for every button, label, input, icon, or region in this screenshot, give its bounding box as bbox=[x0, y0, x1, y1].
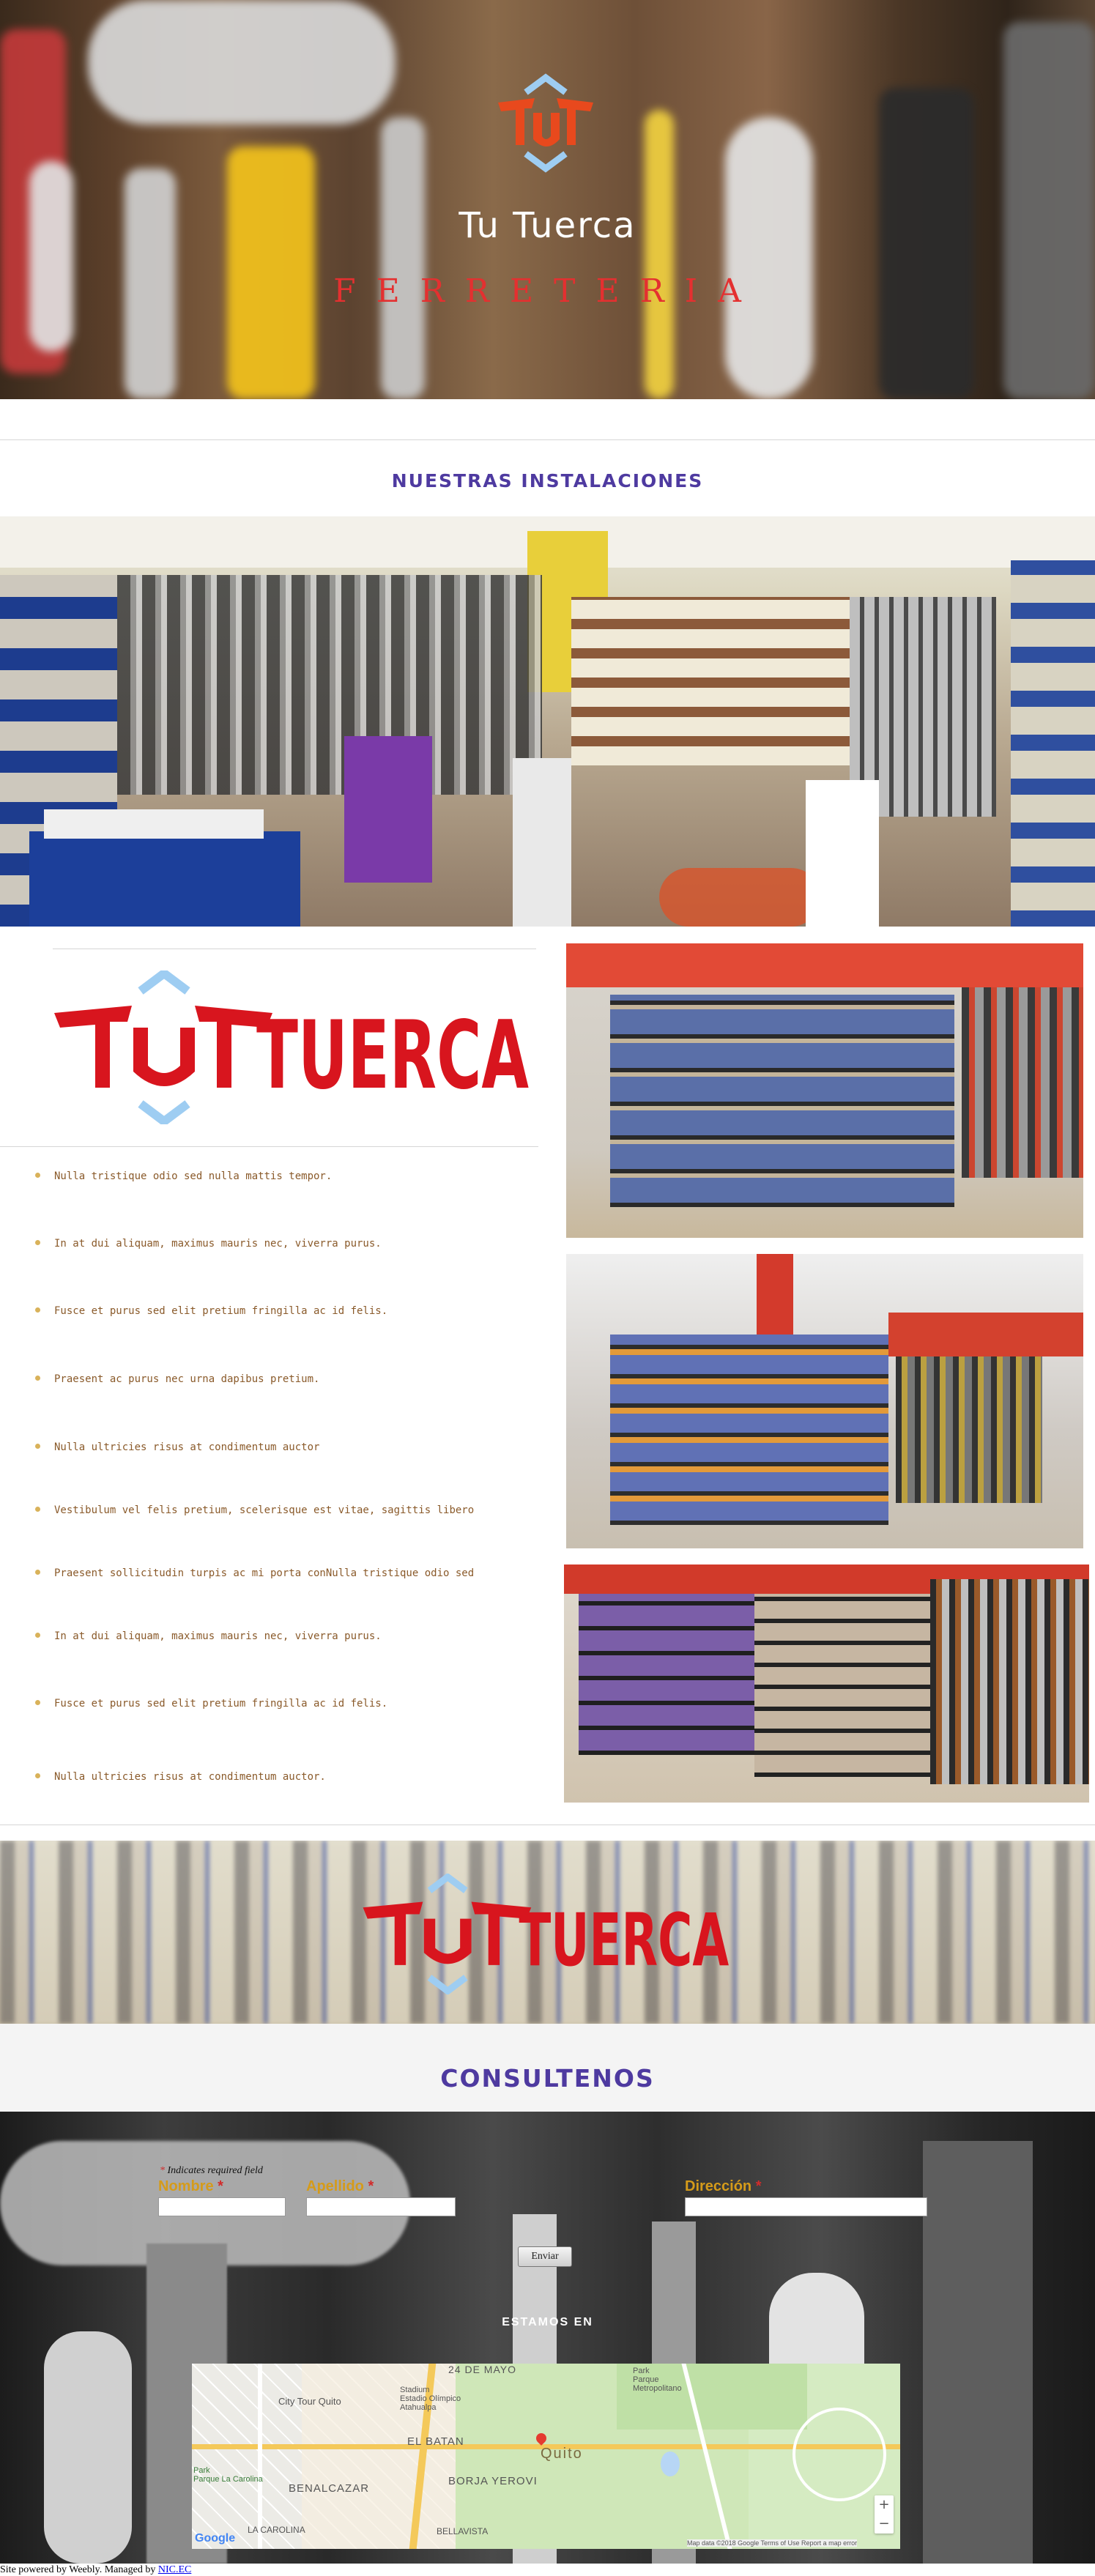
tutuerca-logo: TUERCA bbox=[54, 970, 529, 1124]
required-note: * Indicates required field bbox=[160, 2165, 263, 2176]
bullet-icon bbox=[35, 1700, 40, 1705]
google-logo: Google bbox=[195, 2532, 236, 2545]
bullet-icon bbox=[35, 1307, 40, 1313]
store-photo-1 bbox=[566, 943, 1083, 1238]
map-label: 24 DE MAYO bbox=[448, 2364, 516, 2375]
map-label: BELLAVISTA bbox=[437, 2526, 489, 2536]
map-title: ESTAMOS EN bbox=[502, 2316, 593, 2328]
map-label: City Tour Quito bbox=[278, 2396, 341, 2407]
bullet-icon bbox=[35, 1570, 40, 1575]
store-photo-3 bbox=[564, 1564, 1089, 1803]
footer: Site powered by Weebly. Managed by NIC.E… bbox=[0, 2564, 192, 2575]
zoom-out-button[interactable]: − bbox=[875, 2514, 894, 2534]
map-label: Stadium Estadio Olímpico Atahualpa bbox=[400, 2386, 461, 2412]
hero-subtitle: FERRETERIA bbox=[333, 272, 762, 310]
bullet-icon bbox=[35, 1376, 40, 1381]
banner-logo-text: TUERCA bbox=[519, 1898, 729, 1983]
divider bbox=[0, 1146, 538, 1147]
hero-bg-tool bbox=[29, 161, 73, 352]
nombre-label: Nombre * bbox=[158, 2178, 223, 2194]
bullet-icon bbox=[35, 1173, 40, 1178]
bullet-icon bbox=[35, 1773, 40, 1778]
store-panorama-image bbox=[0, 516, 1095, 927]
hero-bg-tool bbox=[645, 110, 674, 399]
bullet-icon bbox=[35, 1633, 40, 1638]
direccion-field[interactable] bbox=[685, 2197, 927, 2216]
apellido-field[interactable] bbox=[306, 2197, 456, 2216]
installations-title: NUESTRAS INSTALACIONES bbox=[391, 470, 704, 491]
bullet-icon bbox=[35, 1507, 40, 1512]
map-label: BENALCAZAR bbox=[289, 2482, 370, 2495]
store-banner: TUERCA bbox=[0, 1841, 1095, 2024]
footer-link[interactable]: NIC.EC bbox=[158, 2564, 192, 2575]
direccion-label: Dirección * bbox=[685, 2178, 762, 2194]
map-zoom-control: + − bbox=[875, 2495, 894, 2534]
zoom-in-button[interactable]: + bbox=[875, 2495, 894, 2514]
hero-bg-tool bbox=[381, 117, 425, 399]
apellido-label: Apellido * bbox=[306, 2178, 374, 2194]
location-map[interactable]: City Tour Quito Stadium Estadio Olímpico… bbox=[192, 2364, 900, 2549]
divider bbox=[0, 439, 1095, 440]
map-attribution[interactable]: Map data ©2018 Google Terms of Use Repor… bbox=[687, 2539, 858, 2547]
nombre-field[interactable] bbox=[158, 2197, 286, 2216]
hero-title: Tu Tuerca bbox=[459, 205, 636, 246]
map-label: EL BATAN bbox=[407, 2435, 464, 2448]
hero-bg-tool bbox=[725, 117, 813, 399]
hero-logo-icon bbox=[498, 73, 593, 173]
store-photo-2 bbox=[566, 1254, 1083, 1548]
map-label: BORJA YEROVI bbox=[448, 2475, 538, 2487]
map-city-label: Quito bbox=[541, 2446, 583, 2462]
bullet-icon bbox=[35, 1444, 40, 1449]
hero-bg-tool bbox=[88, 0, 396, 125]
submit-button[interactable]: Enviar bbox=[518, 2246, 572, 2267]
bullet-icon bbox=[35, 1240, 40, 1245]
banner-logo: TUERCA bbox=[363, 1874, 729, 1994]
map-label: Park Parque Metropolitano bbox=[633, 2367, 682, 2393]
hero-banner: Tu Tuerca FERRETERIA bbox=[0, 0, 1095, 399]
map-label: LA CAROLINA bbox=[248, 2525, 305, 2535]
contact-title: CONSULTENOS bbox=[440, 2064, 655, 2093]
logo-text: TUERCA bbox=[256, 1001, 529, 1110]
map-label: Park Parque La Carolina bbox=[193, 2466, 263, 2484]
